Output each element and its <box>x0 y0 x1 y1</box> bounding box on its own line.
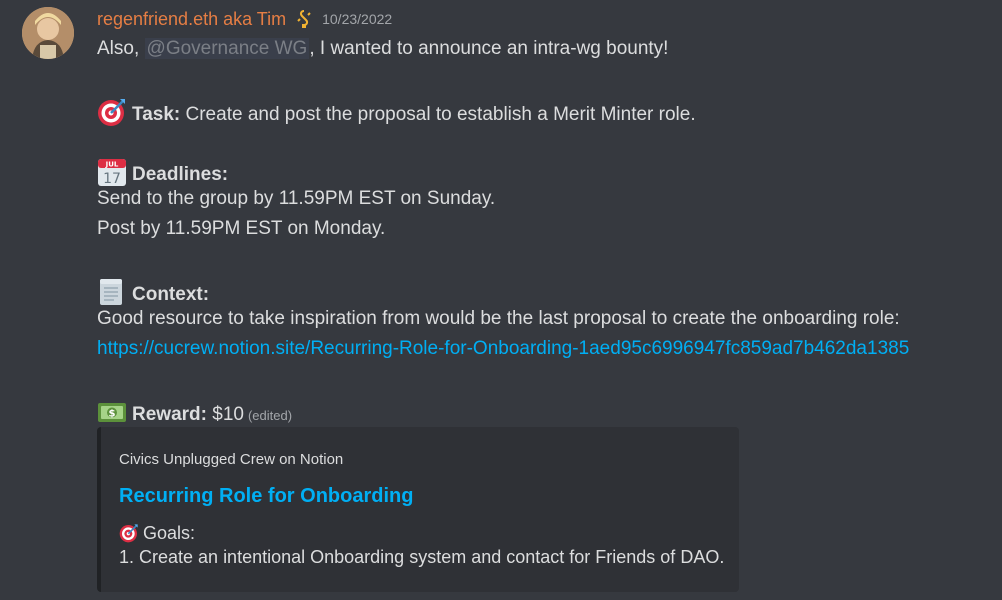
task-text: Create and post the proposal to establis… <box>180 104 696 125</box>
timestamp[interactable]: 10/23/2022 <box>322 11 392 27</box>
calendar-icon: JUL 17 <box>97 157 127 187</box>
edited-marker: (edited) <box>247 408 293 423</box>
calendar-day: 17 <box>103 171 121 187</box>
dollar-banknote-icon: $ <box>97 397 127 427</box>
embed-title[interactable]: Recurring Role for Onboarding <box>119 485 413 508</box>
avatar-image <box>22 7 74 59</box>
reward-line: $ Reward: $10 (edited) <box>97 397 292 428</box>
reward-label: Reward: <box>132 404 207 425</box>
context-heading: Context: <box>97 277 209 307</box>
intro-text-before: Also, <box>97 38 145 59</box>
deadline-item-2: Post by 11.59PM EST on Monday. <box>97 218 386 239</box>
task-label: Task: <box>132 104 181 125</box>
context-link[interactable]: https://cucrew.notion.site/Recurring-Rol… <box>97 338 909 359</box>
embed-goal-item-1: 1. Create an intentional Onboarding syst… <box>119 547 725 567</box>
message-header: regenfriend.eth aka Tim 10/23/2022 <box>97 6 392 32</box>
role-mention[interactable]: @Governance WG <box>144 38 310 59</box>
deadline-item-1: Send to the group by 11.59PM EST on Sund… <box>97 188 496 209</box>
intro-text-after: , I wanted to announce an intra-wg bount… <box>309 38 669 59</box>
calendar-month: JUL <box>105 161 119 169</box>
scroll-document-icon <box>97 277 127 307</box>
link-embed: Civics Unplugged Crew on Notion Recurrin… <box>97 427 739 592</box>
context-text: Good resource to take inspiration from w… <box>97 308 900 329</box>
username[interactable]: regenfriend.eth aka Tim <box>97 9 286 30</box>
dart-target-icon <box>119 523 139 543</box>
embed-goals-label: Goals: <box>143 523 196 543</box>
embed-goals-heading: Goals: <box>119 523 195 544</box>
link-badge-icon[interactable] <box>295 9 313 29</box>
context-link-line: https://cucrew.notion.site/Recurring-Rol… <box>97 337 909 361</box>
embed-provider[interactable]: Civics Unplugged Crew on Notion <box>119 451 343 468</box>
intro-line: Also, @Governance WG, I wanted to announ… <box>97 37 668 61</box>
deadlines-heading: JUL 17 Deadlines: <box>97 157 228 187</box>
context-label: Context: <box>132 284 210 305</box>
svg-text:$: $ <box>109 409 116 420</box>
dart-target-icon <box>97 97 127 127</box>
avatar[interactable] <box>22 7 74 59</box>
task-line: Task: Create and post the proposal to es… <box>97 97 696 127</box>
reward-value: $10 <box>206 404 244 425</box>
deadlines-label: Deadlines: <box>132 164 229 185</box>
